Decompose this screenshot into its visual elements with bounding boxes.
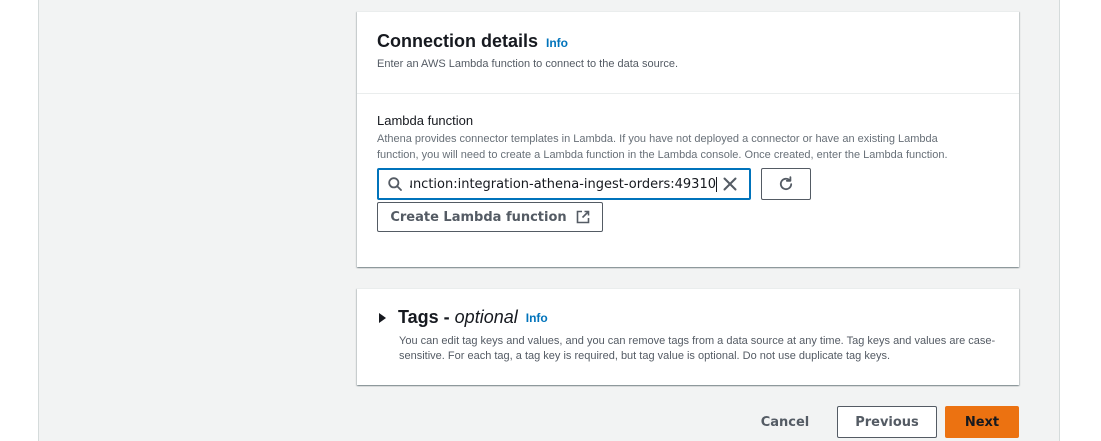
lambda-function-label: Lambda function [377, 113, 474, 128]
connection-info-link[interactable]: Info [546, 36, 568, 50]
lambda-function-value: 49310:function:integration-athena-ingest… [410, 176, 716, 192]
close-icon[interactable] [723, 177, 737, 191]
previous-button[interactable]: Previous [837, 406, 937, 438]
refresh-button[interactable] [761, 168, 811, 200]
external-link-icon [567, 210, 590, 224]
connection-details-description: Enter an AWS Lambda function to connect … [377, 58, 679, 70]
connection-details-title: Connection details [377, 31, 539, 51]
connection-details-header: Connection details Info Enter an AWS Lam… [357, 12, 1019, 94]
search-icon [388, 177, 402, 191]
tags-expand-toggle[interactable]: Tags - optional [398, 307, 518, 328]
tags-info-link[interactable]: Info [526, 311, 548, 325]
caret-right-icon[interactable] [379, 312, 386, 323]
cancel-button[interactable]: Cancel [748, 406, 822, 438]
next-button[interactable]: Next [945, 406, 1019, 438]
tags-title-optional: optional [454, 307, 518, 327]
text-cursor [716, 176, 717, 192]
tags-panel: Tags - optional Info You can edit tag ke… [357, 288, 1019, 385]
connection-details-panel: Connection details Info Enter an AWS Lam… [357, 11, 1019, 267]
lambda-function-description: Athena provides connector templates in L… [377, 133, 948, 161]
refresh-icon [778, 176, 794, 192]
tags-title: Tags - [398, 307, 455, 327]
create-lambda-function-label: Create Lambda function [390, 209, 567, 225]
create-lambda-function-button[interactable]: Create Lambda function [377, 202, 603, 232]
lambda-function-input[interactable]: 49310:function:integration-athena-ingest… [377, 168, 751, 200]
tags-description: You can edit tag keys and values, and yo… [399, 335, 996, 362]
